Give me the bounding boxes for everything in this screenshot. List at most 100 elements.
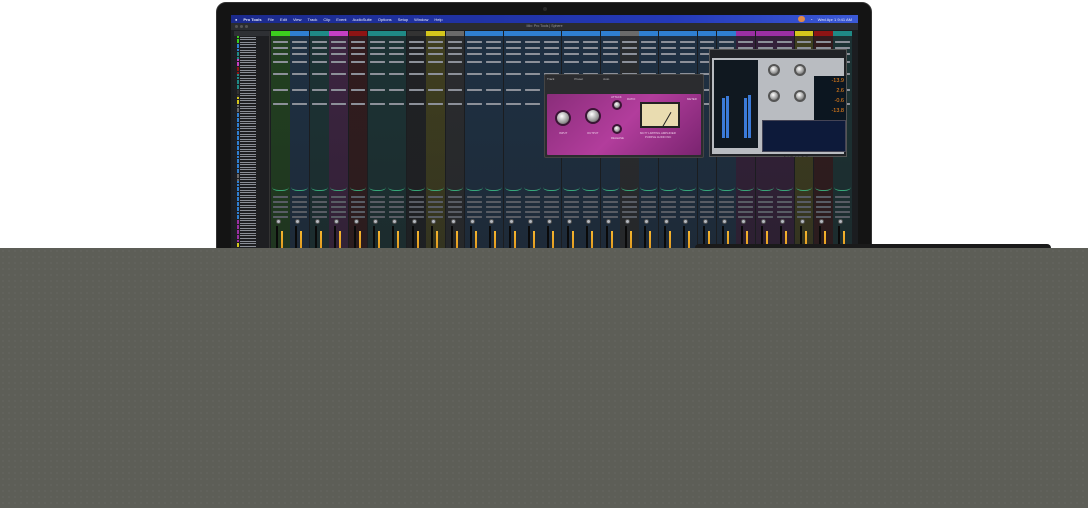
send-slot[interactable]	[466, 201, 482, 203]
insert-slot[interactable]	[292, 53, 308, 55]
send-slot[interactable]	[447, 206, 463, 208]
send-slot[interactable]	[718, 196, 734, 198]
send-slot[interactable]	[680, 211, 696, 213]
send-slot[interactable]	[583, 201, 599, 203]
send-slot[interactable]	[350, 196, 366, 198]
send-slot[interactable]	[699, 206, 715, 208]
insert-slot[interactable]	[563, 41, 579, 43]
send-slot[interactable]	[447, 196, 463, 198]
insert-slot[interactable]	[331, 53, 347, 55]
send-slot[interactable]	[835, 201, 851, 203]
send-slot[interactable]	[389, 211, 405, 213]
menu-item[interactable]: AudioSuite	[353, 17, 372, 22]
insert-slot[interactable]	[428, 61, 444, 63]
send-slot[interactable]	[796, 206, 812, 208]
output-knob[interactable]	[585, 108, 601, 124]
pan-knob[interactable]	[760, 219, 766, 224]
insert-slot[interactable]	[486, 41, 502, 43]
insert-slot[interactable]	[408, 89, 424, 91]
insert-slot[interactable]	[350, 61, 366, 63]
pan-knob[interactable]	[625, 219, 631, 224]
insert-slot[interactable]	[680, 41, 696, 43]
insert-slot[interactable]	[389, 41, 405, 43]
insert-slot[interactable]	[408, 103, 424, 105]
insert-slot[interactable]	[292, 73, 308, 75]
pan-knob[interactable]	[663, 219, 669, 224]
insert-slot[interactable]	[389, 89, 405, 91]
insert-slot[interactable]	[583, 41, 599, 43]
send-slot[interactable]	[331, 201, 347, 203]
insert-slot[interactable]	[428, 41, 444, 43]
send-slot[interactable]	[563, 196, 579, 198]
insert-slot[interactable]	[544, 53, 560, 55]
insert-slot[interactable]	[447, 103, 463, 105]
send-slot[interactable]	[273, 196, 288, 198]
insert-slot[interactable]	[486, 47, 502, 49]
pan-knob[interactable]	[644, 219, 650, 224]
insert-slot[interactable]	[408, 47, 424, 49]
send-slot[interactable]	[835, 211, 851, 213]
send-slot[interactable]	[389, 196, 405, 198]
send-slot[interactable]	[641, 196, 657, 198]
menu-item[interactable]: Edit	[280, 17, 287, 22]
pan-knob[interactable]	[314, 219, 320, 224]
send-slot[interactable]	[660, 201, 676, 203]
send-slot[interactable]	[466, 211, 482, 213]
pan-knob[interactable]	[683, 219, 689, 224]
send-slot[interactable]	[311, 201, 327, 203]
send-slot[interactable]	[835, 216, 851, 218]
send-slot[interactable]	[428, 216, 444, 218]
send-slot[interactable]	[777, 216, 793, 218]
send-slot[interactable]	[563, 201, 579, 203]
insert-slot[interactable]	[641, 61, 657, 63]
insert-slot[interactable]	[428, 47, 444, 49]
menu-item[interactable]: File	[268, 17, 274, 22]
insert-slot[interactable]	[796, 41, 812, 43]
insert-slot[interactable]	[273, 103, 288, 105]
insert-slot[interactable]	[350, 103, 366, 105]
send-slot[interactable]	[505, 216, 521, 218]
channel-strip[interactable]	[503, 31, 523, 258]
insert-slot[interactable]	[369, 103, 385, 105]
menu-item[interactable]: Window	[414, 17, 428, 22]
send-slot[interactable]	[292, 201, 308, 203]
insert-slot[interactable]	[273, 47, 288, 49]
insert-slot[interactable]	[718, 41, 734, 43]
insert-slot[interactable]	[369, 61, 385, 63]
insert-slot[interactable]	[680, 53, 696, 55]
insert-slot[interactable]	[292, 89, 308, 91]
input-knob[interactable]	[555, 110, 571, 126]
send-slot[interactable]	[544, 216, 560, 218]
insert-slot[interactable]	[486, 53, 502, 55]
send-slot[interactable]	[466, 196, 482, 198]
pan-knob[interactable]	[799, 219, 805, 224]
insert-slot[interactable]	[622, 47, 637, 49]
send-slot[interactable]	[777, 196, 793, 198]
insert-slot[interactable]	[350, 73, 366, 75]
close-button[interactable]	[235, 25, 238, 28]
send-slot[interactable]	[660, 196, 676, 198]
send-slot[interactable]	[544, 201, 560, 203]
channel-strip[interactable]	[464, 31, 484, 258]
send-slot[interactable]	[311, 206, 327, 208]
insert-slot[interactable]	[544, 61, 560, 63]
plugin-window-mc77[interactable]: Track Preset Auto INPUT OUTPUT ATTACK RELE…	[544, 74, 704, 158]
send-slot[interactable]	[544, 206, 560, 208]
insert-slot[interactable]	[525, 53, 540, 55]
insert-slot[interactable]	[466, 89, 482, 91]
insert-slot[interactable]	[408, 53, 424, 55]
release-knob[interactable]	[612, 124, 622, 134]
insert-slot[interactable]	[583, 61, 599, 63]
send-slot[interactable]	[273, 206, 288, 208]
menu-item[interactable]: Help	[434, 17, 442, 22]
apple-icon[interactable]: ●	[235, 17, 237, 22]
send-slot[interactable]	[544, 196, 560, 198]
insert-slot[interactable]	[466, 61, 482, 63]
pan-knob[interactable]	[334, 219, 340, 224]
insert-slot[interactable]	[331, 41, 347, 43]
insert-slot[interactable]	[505, 73, 521, 75]
send-slot[interactable]	[408, 211, 424, 213]
insert-slot[interactable]	[544, 47, 560, 49]
send-slot[interactable]	[815, 216, 831, 218]
pan-knob[interactable]	[780, 219, 786, 224]
